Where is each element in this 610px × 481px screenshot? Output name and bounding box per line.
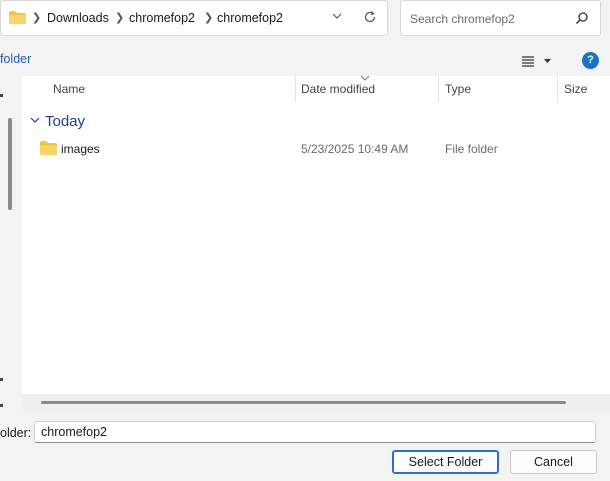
breadcrumb-chromefop2-current[interactable]: chromefop2: [217, 11, 283, 25]
folder-icon: [40, 141, 57, 155]
nav-scrollbar[interactable]: [8, 118, 12, 210]
new-folder-button[interactable]: folder: [0, 52, 31, 66]
breadcrumb-separator-icon: ❯: [204, 12, 214, 24]
help-icon[interactable]: ?: [582, 52, 599, 69]
nav-marker: [0, 94, 3, 97]
column-header-name[interactable]: Name: [53, 82, 85, 96]
breadcrumb-chromefop2-parent[interactable]: chromefop2: [129, 11, 195, 25]
folder-name-input[interactable]: chromefop2: [34, 421, 596, 443]
column-header-size[interactable]: Size: [564, 82, 587, 96]
search-input[interactable]: Search chromefop2: [410, 12, 515, 26]
chevron-down-icon: [30, 117, 40, 123]
folder-field-label: older:: [0, 426, 32, 440]
search-icon[interactable]: [575, 11, 589, 25]
scrollbar-thumb[interactable]: [41, 401, 566, 404]
column-divider[interactable]: [295, 76, 296, 102]
breadcrumb-separator-icon: ❯: [115, 12, 125, 24]
column-header-date-modified[interactable]: Date modified: [301, 82, 375, 96]
group-label: Today: [45, 113, 86, 130]
refresh-icon[interactable]: [363, 10, 377, 24]
column-divider[interactable]: [557, 76, 558, 102]
file-date-modified: 5/23/2025 10:49 AM: [301, 142, 409, 156]
navigation-pane[interactable]: [0, 76, 22, 411]
column-divider[interactable]: [438, 76, 439, 102]
search-box[interactable]: Search chromefop2: [400, 0, 601, 36]
nav-marker: [0, 404, 3, 407]
view-options-icon[interactable]: [520, 54, 556, 68]
chevron-down-icon[interactable]: [331, 10, 343, 22]
column-header-type[interactable]: Type: [445, 82, 471, 96]
file-list[interactable]: Name Date modified Type Size Today image…: [22, 76, 610, 411]
list-item[interactable]: images 5/23/2025 10:49 AM File folder: [22, 140, 610, 160]
sort-ascending-icon: [361, 76, 369, 81]
group-header-today[interactable]: Today: [30, 113, 85, 130]
cancel-button[interactable]: Cancel: [510, 450, 597, 474]
address-bar[interactable]: ❯ Downloads ❯ chromefop2 ❯ chromefop2: [0, 0, 388, 36]
breadcrumb-downloads[interactable]: Downloads: [47, 11, 109, 25]
nav-marker: [0, 378, 3, 381]
file-name: images: [61, 142, 100, 156]
file-type: File folder: [445, 142, 498, 156]
folder-icon: [9, 11, 26, 24]
breadcrumb-separator-icon: ❯: [32, 12, 42, 24]
select-folder-button[interactable]: Select Folder: [392, 450, 499, 474]
